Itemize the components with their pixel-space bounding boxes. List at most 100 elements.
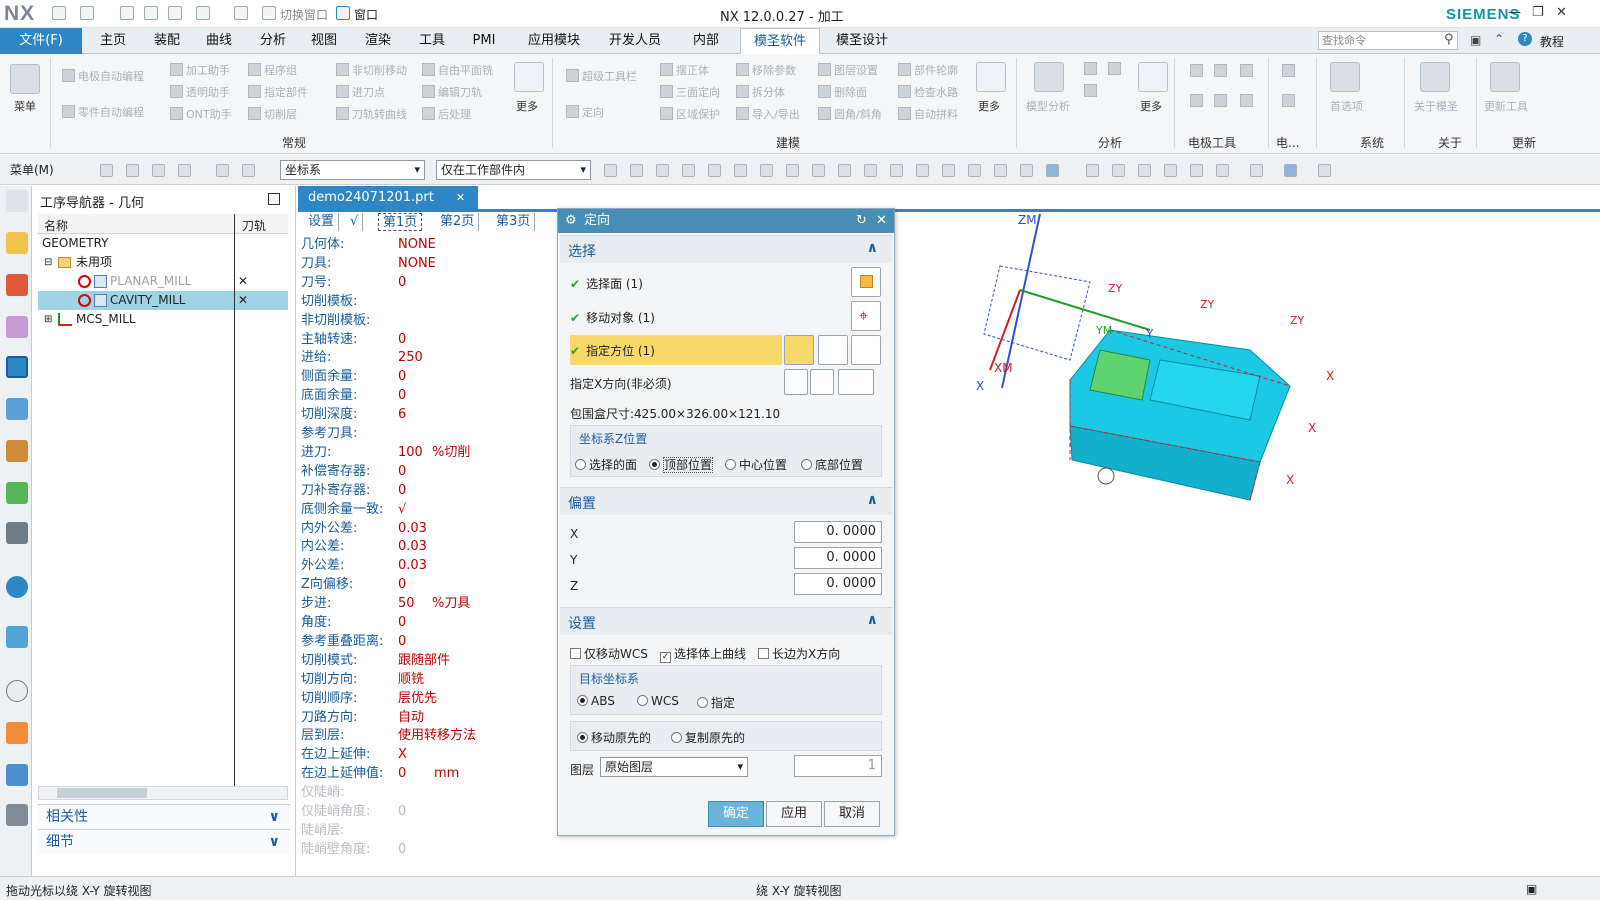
cancel-button[interactable]: 取消	[824, 801, 880, 827]
tab-page-2[interactable]: 第2页	[436, 213, 480, 231]
collapse-icon[interactable]: ⊟	[44, 253, 52, 272]
snap10-icon[interactable]	[838, 164, 851, 177]
settings-section-header[interactable]: 设置 ∧	[560, 607, 892, 635]
snap14-icon[interactable]	[942, 164, 955, 177]
reset-icon[interactable]: ↻	[856, 213, 867, 228]
csys-manipulator-button[interactable]	[851, 335, 881, 365]
move-original[interactable]: 移动原先的	[577, 729, 651, 746]
select-section-header[interactable]: 选择 ∧	[560, 235, 892, 263]
snap5-icon[interactable]	[708, 164, 721, 177]
snap4-icon[interactable]	[682, 164, 695, 177]
layout-grid-icon[interactable]	[1216, 164, 1229, 177]
electrode-tool2-icon[interactable]	[1214, 64, 1227, 77]
non-cutting-move-button[interactable]: 非切削移动	[336, 62, 407, 78]
part-navigator-icon[interactable]	[6, 316, 28, 338]
copy-icon[interactable]	[144, 6, 158, 20]
snap12-icon[interactable]	[890, 164, 903, 177]
fullscreen-icon[interactable]: ▣	[1526, 882, 1537, 896]
machining-helper-button[interactable]: 加工助手	[170, 62, 230, 78]
move-wcs-only-checkbox[interactable]: 仅移动WCS	[570, 645, 648, 662]
more-general-button[interactable]: 更多	[516, 98, 538, 114]
render-style-icon[interactable]	[1250, 164, 1263, 177]
tab-view[interactable]: 视图	[304, 28, 344, 54]
vector-dropdown[interactable]	[838, 369, 874, 395]
edit-toolpath-button[interactable]: 编辑刀轨	[422, 84, 482, 100]
check-waterline-button[interactable]: 检查水路	[898, 84, 958, 100]
zpos-bottom[interactable]: 底部位置	[801, 456, 863, 473]
part-outline-button[interactable]: 部件轮廓	[898, 62, 958, 78]
weight-icon[interactable]	[1084, 62, 1097, 75]
touch-mode-icon[interactable]	[234, 6, 248, 20]
electrode-tool5-icon[interactable]	[1214, 94, 1227, 107]
window-menu[interactable]: 窗口	[354, 6, 378, 23]
z-offset-input[interactable]: 0. 0000	[794, 573, 882, 595]
orient-button[interactable]: 定向	[566, 104, 604, 120]
move-object-row[interactable]: ✔ 移动对象 (1)	[570, 309, 655, 326]
filter6-icon[interactable]	[242, 164, 255, 177]
select-face-row[interactable]: ✔ 选择面 (1)	[570, 275, 643, 292]
layer-number-input[interactable]: 1	[794, 755, 882, 777]
snap16-icon[interactable]	[994, 164, 1007, 177]
tab-analysis[interactable]: 分析	[250, 28, 296, 54]
scrollbar-thumb[interactable]	[57, 788, 147, 798]
search-icon[interactable]: ⚲	[1444, 32, 1454, 47]
filter2-icon[interactable]	[126, 164, 139, 177]
restore-icon[interactable]: ❐	[1532, 5, 1544, 20]
snap7-icon[interactable]	[760, 164, 773, 177]
filter4-icon[interactable]	[178, 164, 191, 177]
super-toolbar-button[interactable]: 超级工具栏	[566, 68, 637, 84]
tab-page-3[interactable]: 第3页	[492, 213, 536, 231]
tree-item-planar-mill[interactable]: PLANAR_MILL ✕	[38, 272, 288, 291]
system-scene-icon[interactable]	[6, 804, 28, 826]
snap13-icon[interactable]	[916, 164, 929, 177]
repeat-command-icon[interactable]	[196, 6, 210, 20]
column-toolpath[interactable]: 刀轨	[242, 217, 266, 234]
close-icon[interactable]: ✕	[1556, 5, 1567, 20]
snap3-icon[interactable]	[656, 164, 669, 177]
cut-icon[interactable]	[120, 6, 134, 20]
pan-icon[interactable]	[1164, 164, 1177, 177]
hd3d-tools-icon[interactable]	[6, 482, 28, 504]
settings-gear-icon[interactable]	[6, 190, 28, 212]
relevance-section[interactable]: 相关性	[38, 804, 290, 829]
snap11-icon[interactable]	[864, 164, 877, 177]
apply-button[interactable]: 应用	[766, 801, 822, 827]
reverse-x-button[interactable]	[784, 369, 808, 395]
snap17-icon[interactable]	[1020, 164, 1033, 177]
model-analysis-icon[interactable]	[1034, 62, 1064, 92]
more-analysis-icon[interactable]	[1138, 62, 1168, 92]
about-mosheng-button[interactable]: 关于模圣	[1414, 98, 1458, 114]
more-analysis-button[interactable]: 更多	[1140, 98, 1162, 114]
fillet-chamfer-button[interactable]: 圆角/斜角	[818, 106, 882, 122]
assembly-navigator-icon[interactable]	[6, 232, 28, 254]
viewport-model[interactable]: ZM XM X Y YM ZY ZY ZY X X X	[960, 200, 1380, 530]
ont-helper-button[interactable]: ONT助手	[170, 106, 232, 122]
remove-params-button[interactable]: 移除参数	[736, 62, 796, 78]
more-general-icon[interactable]	[514, 62, 544, 92]
tab-assembly[interactable]: 装配	[144, 28, 190, 54]
electrode-tool3-icon[interactable]	[1240, 64, 1253, 77]
select-body-curves-checkbox[interactable]: ✓ 选择体上曲线	[660, 645, 746, 663]
paste-icon[interactable]	[168, 6, 182, 20]
reuse-library-icon[interactable]	[6, 440, 28, 462]
orient-view-icon[interactable]	[1318, 164, 1331, 177]
tab-mosheng-software[interactable]: 模圣软件	[740, 28, 820, 55]
tab-tools[interactable]: 工具	[410, 28, 454, 54]
menu-icon[interactable]	[10, 64, 40, 94]
tab-internal[interactable]: 内部	[684, 28, 728, 54]
update-tools-button[interactable]: 更新工具	[1484, 98, 1528, 114]
machine-tool-navigator-icon[interactable]	[6, 398, 28, 420]
layer-settings-button[interactable]: 图层设置	[818, 62, 878, 78]
electrode-misc-icon[interactable]	[1282, 64, 1295, 77]
layer-select[interactable]: 原始图层	[600, 757, 748, 777]
expand-icon[interactable]: ⊞	[44, 310, 52, 329]
rotate-icon[interactable]	[1138, 164, 1151, 177]
electrode-tool4-icon[interactable]	[1190, 94, 1203, 107]
switch-window-label[interactable]: 切换窗口	[280, 6, 328, 23]
filter3-icon[interactable]	[152, 164, 165, 177]
zpos-top[interactable]: 顶部位置	[649, 456, 714, 473]
save-icon[interactable]	[52, 6, 66, 20]
tab-settings[interactable]: 设置	[304, 213, 340, 231]
long-edge-x-checkbox[interactable]: 长边为X方向	[758, 645, 840, 662]
three-face-orient-button[interactable]: 三面定向	[660, 84, 720, 100]
